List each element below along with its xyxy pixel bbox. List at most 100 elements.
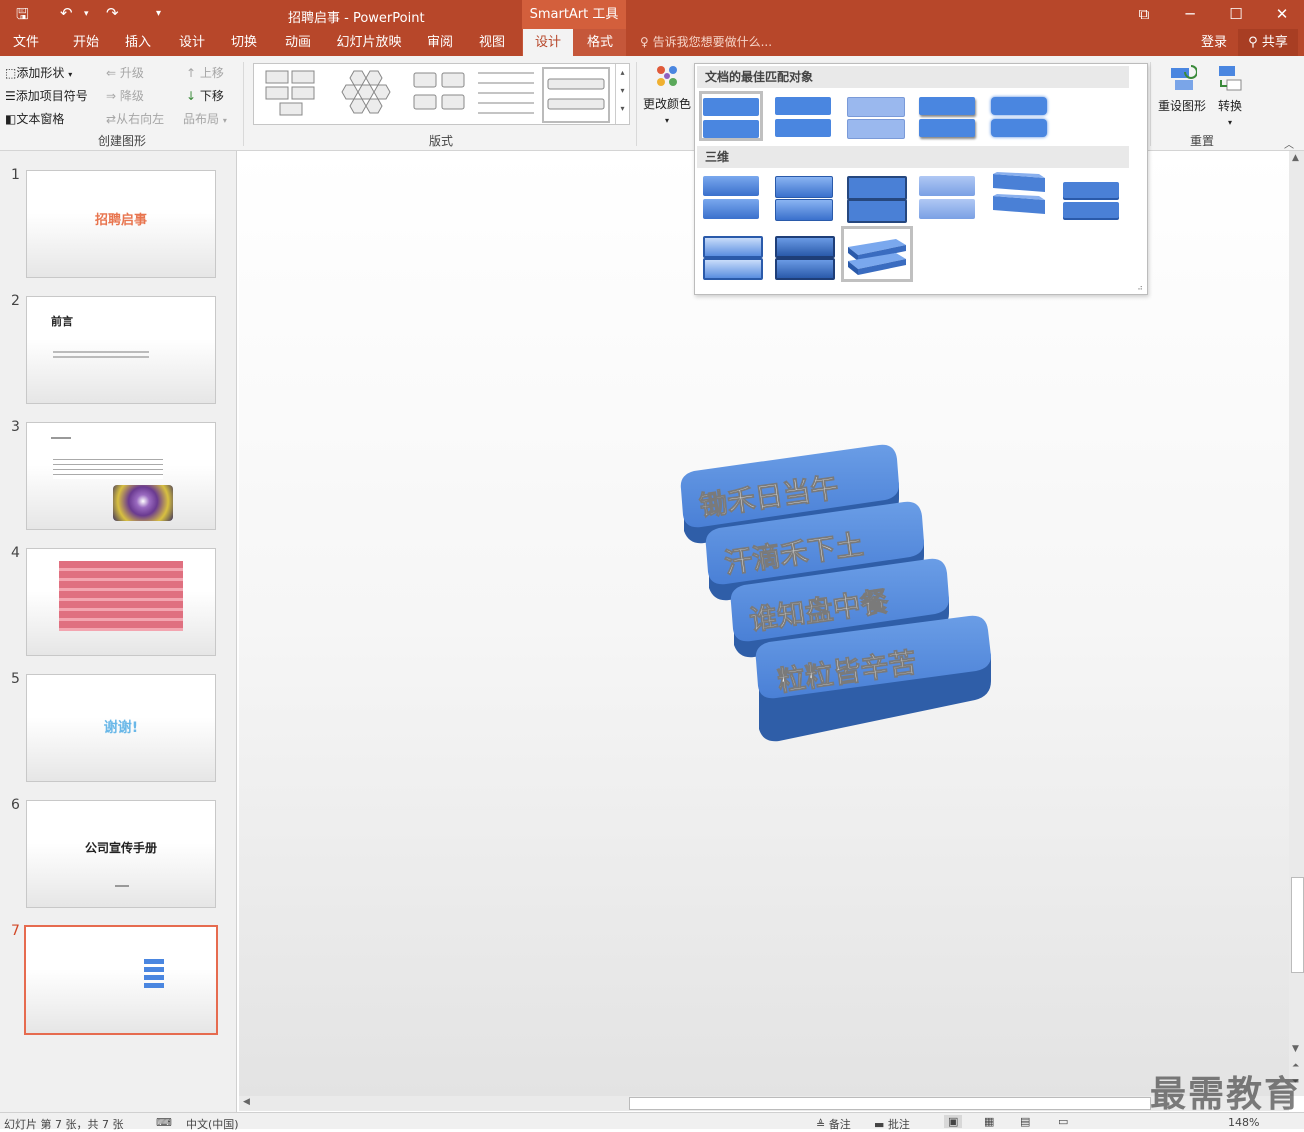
customize-qat-icon[interactable]: ▾ bbox=[156, 8, 161, 19]
group-divider bbox=[636, 62, 637, 146]
vertical-scrollbar[interactable]: ▲ ▼ ⏶ ⏷ bbox=[1289, 151, 1304, 1096]
style-bar bbox=[991, 119, 1047, 137]
move-up-button[interactable]: ↑ 上移 bbox=[186, 64, 224, 81]
layout-thumb[interactable] bbox=[408, 67, 472, 119]
tab-view[interactable]: 视图 bbox=[470, 29, 514, 56]
convert-button[interactable]: 转换 ▾ bbox=[1212, 62, 1248, 128]
undo-icon[interactable]: ↶ bbox=[60, 4, 73, 22]
tab-smartart-format[interactable]: 格式 bbox=[578, 29, 622, 56]
layout-thumb[interactable] bbox=[334, 67, 398, 119]
layout-thumb[interactable] bbox=[260, 67, 324, 119]
tab-design[interactable]: 设计 bbox=[170, 29, 214, 56]
layout-thumb-selected[interactable] bbox=[542, 67, 610, 123]
style-option[interactable] bbox=[771, 230, 835, 280]
change-colors-button[interactable]: 更改颜色 ▾ bbox=[642, 62, 692, 126]
text-pane-button[interactable]: ◧文本窗格 bbox=[5, 110, 64, 127]
style-bar bbox=[703, 176, 759, 196]
scroll-left-icon[interactable]: ◀ bbox=[243, 1097, 250, 1107]
tab-insert[interactable]: 插入 bbox=[116, 29, 160, 56]
slide-thumbnail[interactable]: 公司宣传手册 bbox=[26, 800, 216, 908]
convert-icon bbox=[1219, 66, 1242, 91]
tab-animations[interactable]: 动画 bbox=[276, 29, 320, 56]
tab-file[interactable]: 文件 bbox=[4, 29, 48, 56]
style-option[interactable] bbox=[699, 170, 763, 220]
save-icon[interactable]: 🖫 bbox=[16, 4, 29, 29]
slide-thumbnail[interactable] bbox=[26, 422, 216, 530]
tab-slideshow[interactable]: 幻灯片放映 bbox=[334, 29, 404, 56]
resize-grip-icon[interactable]: ⠴ bbox=[1137, 283, 1143, 292]
scroll-thumb[interactable] bbox=[1291, 877, 1304, 973]
layout-button[interactable]: 品布局 ▾ bbox=[183, 110, 227, 127]
notes-button[interactable]: ≜ 备注 bbox=[816, 1116, 851, 1132]
slide-sorter-icon[interactable]: ▦ bbox=[984, 1115, 994, 1128]
reset-group-label: 重置 bbox=[1190, 134, 1215, 148]
tab-transitions[interactable]: 切换 bbox=[222, 29, 266, 56]
gallery-scroll[interactable]: ▴ ▾ ▾ bbox=[615, 64, 629, 124]
style-option[interactable] bbox=[915, 170, 979, 220]
login-link[interactable]: 登录 bbox=[1196, 29, 1232, 56]
reset-graphic-button[interactable]: 重设图形 bbox=[1156, 62, 1208, 114]
close-icon[interactable]: ✕ bbox=[1262, 2, 1302, 26]
maximize-icon[interactable]: ☐ bbox=[1216, 2, 1256, 26]
style-option[interactable] bbox=[987, 170, 1051, 220]
slide-thumbnail[interactable] bbox=[26, 548, 216, 656]
slide-thumbnail-current[interactable] bbox=[24, 925, 218, 1035]
slide-thumbnail[interactable]: 前言 bbox=[26, 296, 216, 404]
promote-button[interactable]: ⇐ 升级 bbox=[106, 64, 144, 81]
style-bar bbox=[775, 176, 833, 198]
reading-view-icon[interactable]: ▤ bbox=[1020, 1115, 1030, 1128]
undo-dropdown-icon[interactable]: ▾ bbox=[84, 9, 89, 19]
slide-thumbnail[interactable]: 谢谢! bbox=[26, 674, 216, 782]
layout-thumb[interactable] bbox=[474, 67, 538, 119]
style-option[interactable] bbox=[771, 91, 835, 141]
style-option[interactable] bbox=[1059, 170, 1123, 220]
chevron-down-icon: ▾ bbox=[1227, 118, 1232, 127]
tell-me-text: 告诉我您想要做什么... bbox=[652, 35, 773, 49]
slide-title: 谢谢! bbox=[103, 720, 139, 736]
style-bar bbox=[991, 97, 1047, 115]
language-indicator[interactable]: 中文(中国) bbox=[186, 1116, 239, 1132]
slide-thumbnail[interactable]: 招聘启事 bbox=[26, 170, 216, 278]
create-graphic-group-label: 创建图形 bbox=[98, 134, 147, 148]
ribbon-display-icon[interactable]: ⧉ bbox=[1124, 2, 1164, 26]
spellcheck-icon[interactable]: ⌨ bbox=[156, 1116, 172, 1129]
slideshow-view-icon[interactable]: ▭ bbox=[1058, 1115, 1068, 1128]
chevron-down-icon: ▾ bbox=[222, 116, 227, 125]
style-option-hover[interactable] bbox=[841, 226, 913, 282]
style-option[interactable] bbox=[987, 91, 1051, 141]
text-line bbox=[53, 351, 149, 353]
move-up-label: 上移 bbox=[199, 66, 224, 80]
demote-button[interactable]: ⇒ 降级 bbox=[106, 87, 144, 104]
slide-count: 幻灯片 第 7 张，共 7 张 bbox=[4, 1118, 124, 1131]
share-button[interactable]: ⚲ 共享 bbox=[1238, 29, 1298, 56]
add-bullet-button[interactable]: ☰添加项目符号 bbox=[5, 87, 88, 104]
scroll-up-icon[interactable]: ▲ bbox=[1292, 153, 1299, 163]
style-option[interactable] bbox=[843, 91, 907, 141]
chevron-down-icon: ▾ bbox=[664, 116, 669, 125]
text-line bbox=[115, 885, 129, 887]
slide-number: 1 bbox=[11, 167, 20, 183]
zoom-level[interactable]: 148% bbox=[1228, 1116, 1259, 1129]
style-option-selected[interactable] bbox=[699, 91, 763, 141]
tab-home[interactable]: 开始 bbox=[64, 29, 108, 56]
redo-icon[interactable]: ↷ bbox=[106, 4, 119, 22]
bullet-text bbox=[53, 457, 163, 479]
style-option[interactable] bbox=[915, 91, 979, 141]
style-option[interactable] bbox=[699, 230, 763, 280]
horizontal-scrollbar[interactable]: ◀ bbox=[239, 1096, 1289, 1111]
minimize-icon[interactable]: ─ bbox=[1170, 2, 1210, 26]
text-pane-icon: ◧ bbox=[5, 112, 17, 126]
style-option[interactable] bbox=[771, 170, 835, 221]
right-to-left-button[interactable]: ⇄从右向左 bbox=[106, 110, 164, 127]
collapse-ribbon-icon[interactable]: ︿ bbox=[1284, 136, 1294, 151]
normal-view-icon[interactable]: ▣ bbox=[944, 1115, 963, 1128]
scroll-down-icon[interactable]: ▼ bbox=[1292, 1044, 1299, 1054]
add-shape-button[interactable]: ⬚添加形状 ▾ bbox=[5, 64, 72, 81]
scroll-thumb[interactable] bbox=[629, 1097, 1151, 1110]
comments-button[interactable]: ▬ 批注 bbox=[874, 1116, 910, 1132]
tell-me-search[interactable]: ♀ 告诉我您想要做什么... bbox=[640, 29, 772, 56]
move-down-button[interactable]: ↓ 下移 bbox=[186, 87, 224, 104]
tab-review[interactable]: 审阅 bbox=[418, 29, 462, 56]
style-option[interactable] bbox=[843, 170, 907, 223]
tab-smartart-design[interactable]: 设计 bbox=[523, 29, 573, 56]
